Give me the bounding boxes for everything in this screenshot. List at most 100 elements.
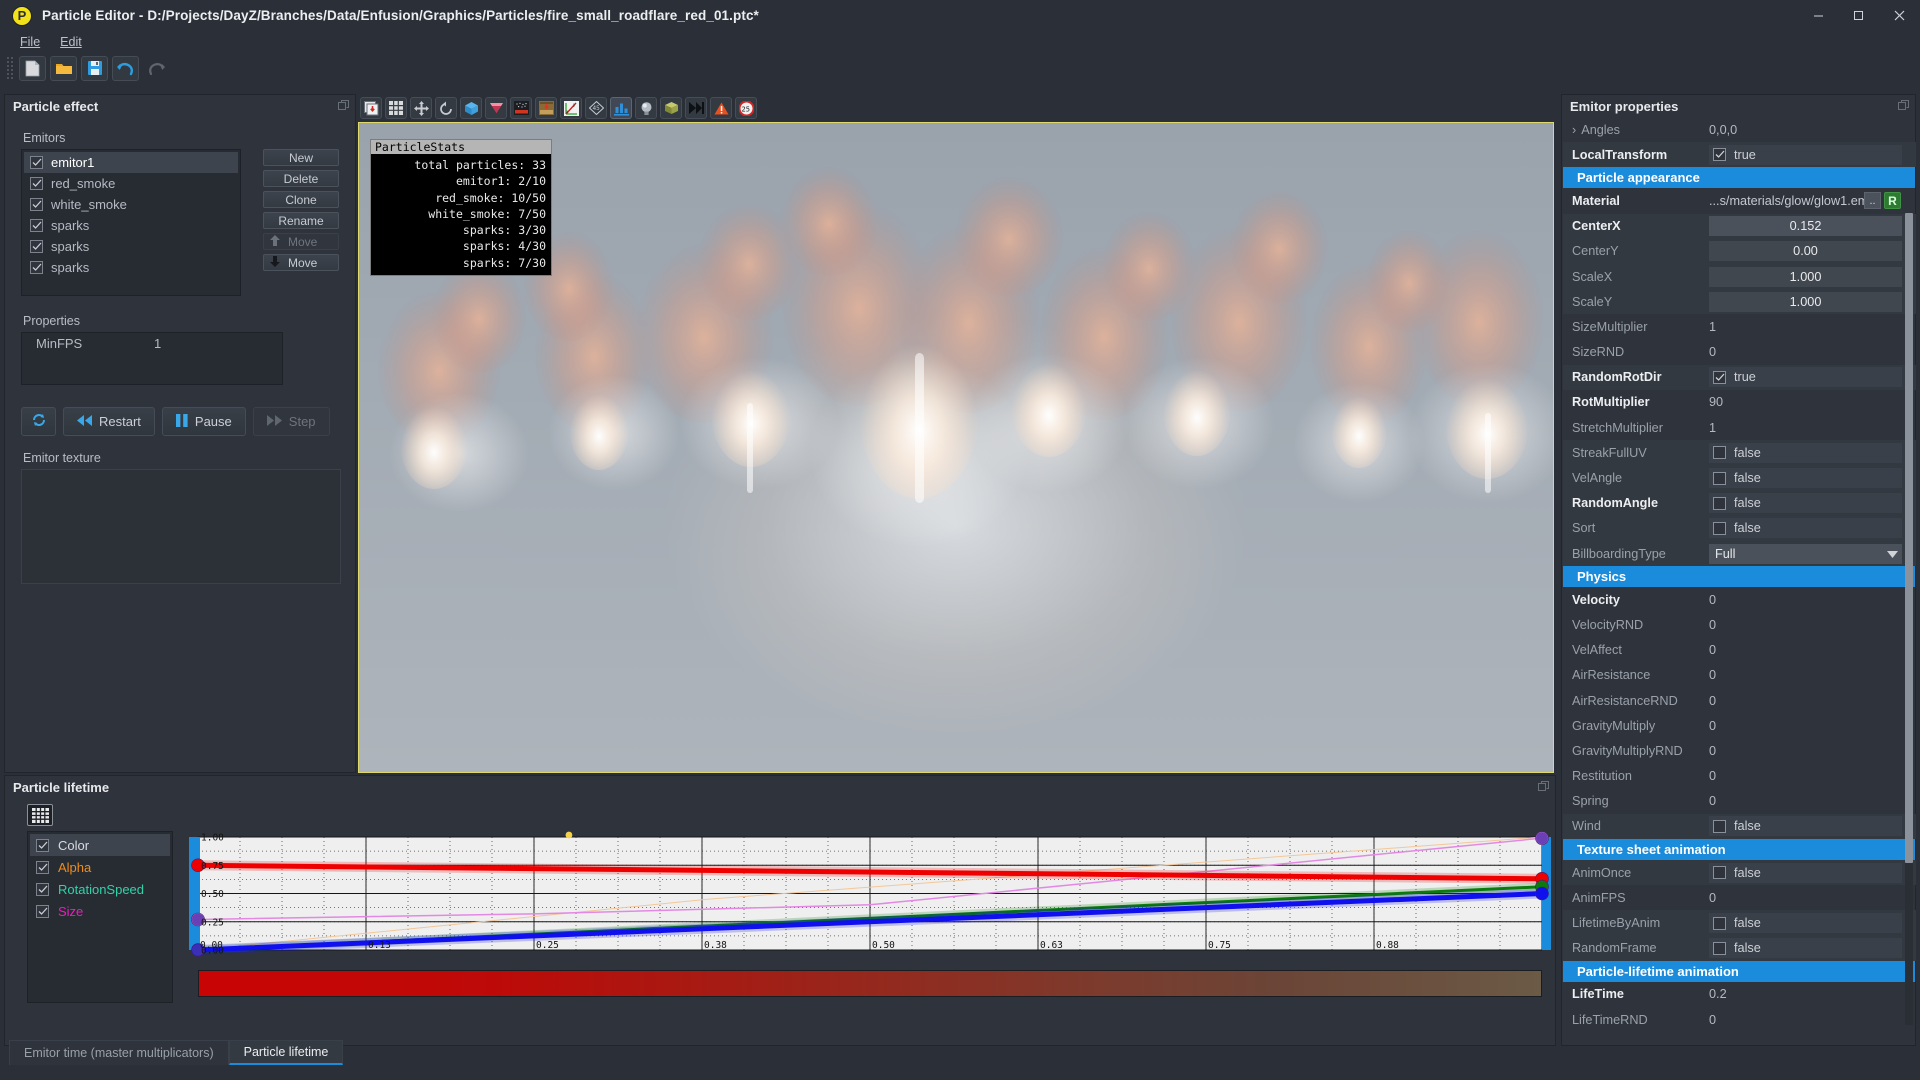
move-icon[interactable] [410,97,432,119]
stats-icon[interactable] [610,97,632,119]
property-checkbox-row[interactable]: false [1709,816,1902,837]
float-panel-icon[interactable] [1538,780,1549,795]
emitor-list-item[interactable]: sparks [24,257,238,278]
property-value[interactable]: 0 [1705,769,1916,783]
property-row[interactable]: Spring 0 [1563,789,1916,814]
property-row[interactable]: AnimFPS 0 [1563,885,1916,910]
emitor-list-item[interactable]: sparks [24,236,238,257]
property-value[interactable]: 1 [1705,320,1916,334]
emitors-list[interactable]: emitor1 red_smoke white_smoke sparks spa… [21,149,241,296]
save-icon[interactable] [81,55,108,81]
property-row[interactable]: BillboardingType Full [1563,541,1916,567]
lifetime-graph[interactable]: 1.00 0.75 0.50 0.25 0.00 0.00 0.13 0.25 0.38 0.50… [189,826,1572,958]
property-value[interactable]: 0 [1705,719,1916,733]
material-reload-button[interactable]: R [1884,192,1901,210]
property-value[interactable]: ...s/materials/glow/glow1.em.. R [1705,192,1916,210]
property-row[interactable]: GravityMultiplyRND 0 [1563,738,1916,763]
speedlimit-icon[interactable]: 25 [735,97,757,119]
property-row[interactable]: VelAngle false [1563,465,1916,491]
property-number-field[interactable]: 1.000 [1709,266,1902,287]
property-row[interactable]: VelocityRND 0 [1563,612,1916,637]
gem-icon[interactable] [485,97,507,119]
tab-emitor-time[interactable]: Emitor time (master multiplicators) [9,1040,229,1065]
axes-icon[interactable]: yx [560,97,582,119]
property-row[interactable]: RandomRotDir true [1563,364,1916,390]
property-checkbox[interactable] [1713,819,1726,833]
new-file-icon[interactable] [19,55,46,81]
float-panel-icon[interactable] [338,99,349,114]
delete-emitor-button[interactable]: Delete [263,170,339,187]
graph-left-rail[interactable] [189,837,200,950]
property-row[interactable]: GravityMultiply 0 [1563,713,1916,738]
property-value[interactable]: 1 [1705,421,1916,435]
property-value[interactable]: true [1705,367,1916,388]
curve-checkbox[interactable] [36,860,49,874]
graph-time-marker[interactable] [565,831,573,839]
new-emitor-button[interactable]: New [263,149,339,166]
restart-button[interactable]: Restart [63,407,155,436]
property-checkbox[interactable] [1713,496,1726,510]
emitor-list-item[interactable]: sparks [24,215,238,236]
property-value[interactable]: 0.00 [1705,241,1916,262]
property-checkbox[interactable] [1713,916,1726,930]
property-row[interactable]: LocalTransform true [1563,142,1916,168]
emitor-checkbox[interactable] [30,198,43,211]
property-row[interactable]: MinFPS 1 [22,333,282,353]
emitor-checkbox[interactable] [30,261,43,274]
graph-control-point[interactable] [1536,832,1548,845]
property-value[interactable]: 0.152 [1705,216,1916,237]
emitor-texture-preview[interactable] [21,469,341,584]
render-viewport[interactable]: ParticleStats total particles: 33 emitor… [358,122,1554,773]
property-checkbox-row[interactable]: false [1709,493,1902,514]
property-row[interactable]: AirResistance 0 [1563,663,1916,688]
property-row[interactable]: Restitution 0 [1563,764,1916,789]
property-number-field[interactable]: 0.152 [1709,216,1902,237]
menu-file[interactable]: File [10,33,50,51]
graph-control-point[interactable] [1535,886,1549,901]
open-folder-icon[interactable] [50,55,77,81]
property-row[interactable]: LifeTime 0.2 [1563,982,1916,1007]
property-row[interactable]: Material ...s/materials/glow/glow1.em.. R [1563,188,1916,213]
property-checkbox[interactable] [1713,471,1726,485]
move-down-button[interactable]: Move [263,254,339,271]
close-button[interactable] [1878,0,1920,31]
property-value[interactable]: false [1705,913,1916,934]
color-over-lifetime-strip[interactable] [198,970,1542,997]
emitor-checkbox[interactable] [30,219,43,232]
property-row[interactable]: CenterX 0.152 [1563,213,1916,239]
property-checkbox[interactable] [1713,941,1726,955]
fastforward-icon[interactable] [685,97,707,119]
rotate-icon[interactable] [435,97,457,119]
property-row[interactable]: VelAffect 0 [1563,638,1916,663]
property-checkbox[interactable] [1713,521,1726,535]
property-checkbox[interactable] [1713,866,1726,880]
property-value[interactable]: 0 [1705,593,1916,607]
emitor-checkbox[interactable] [30,240,43,253]
property-row[interactable]: LifeTimeRND 0 [1563,1007,1916,1032]
property-value[interactable]: true [1705,144,1916,165]
curve-list-item[interactable]: RotationSpeed [30,878,170,900]
emitor-checkbox[interactable] [30,156,43,169]
property-row[interactable]: StretchMultiplier 1 [1563,415,1916,440]
property-value[interactable]: 0 [1705,1013,1916,1027]
property-row[interactable]: AirResistanceRND 0 [1563,688,1916,713]
property-checkbox-row[interactable]: false [1709,913,1902,934]
emitor-list-item[interactable]: red_smoke [24,173,238,194]
angle45-icon[interactable]: 45 [585,97,607,119]
property-value[interactable]: 0,0,0 [1705,123,1916,137]
undo-icon[interactable] [112,55,139,81]
property-value[interactable]: 1.000 [1705,266,1916,287]
warning-icon[interactable] [710,97,732,119]
rename-emitor-button[interactable]: Rename [263,212,339,229]
property-row[interactable]: StreakFullUV false [1563,440,1916,466]
curve-checkbox[interactable] [36,882,49,896]
material-row[interactable]: ...s/materials/glow/glow1.em.. R [1709,192,1916,210]
property-row[interactable]: SizeRND 0 [1563,340,1916,365]
property-row[interactable]: Sort false [1563,515,1916,541]
property-checkbox-row[interactable]: false [1709,938,1902,959]
property-value[interactable]: 0 [1705,618,1916,632]
clone-emitor-button[interactable]: Clone [263,191,339,208]
property-checkbox-row[interactable]: false [1709,468,1902,489]
property-checkbox[interactable] [1713,148,1726,162]
ground-icon[interactable] [510,97,532,119]
